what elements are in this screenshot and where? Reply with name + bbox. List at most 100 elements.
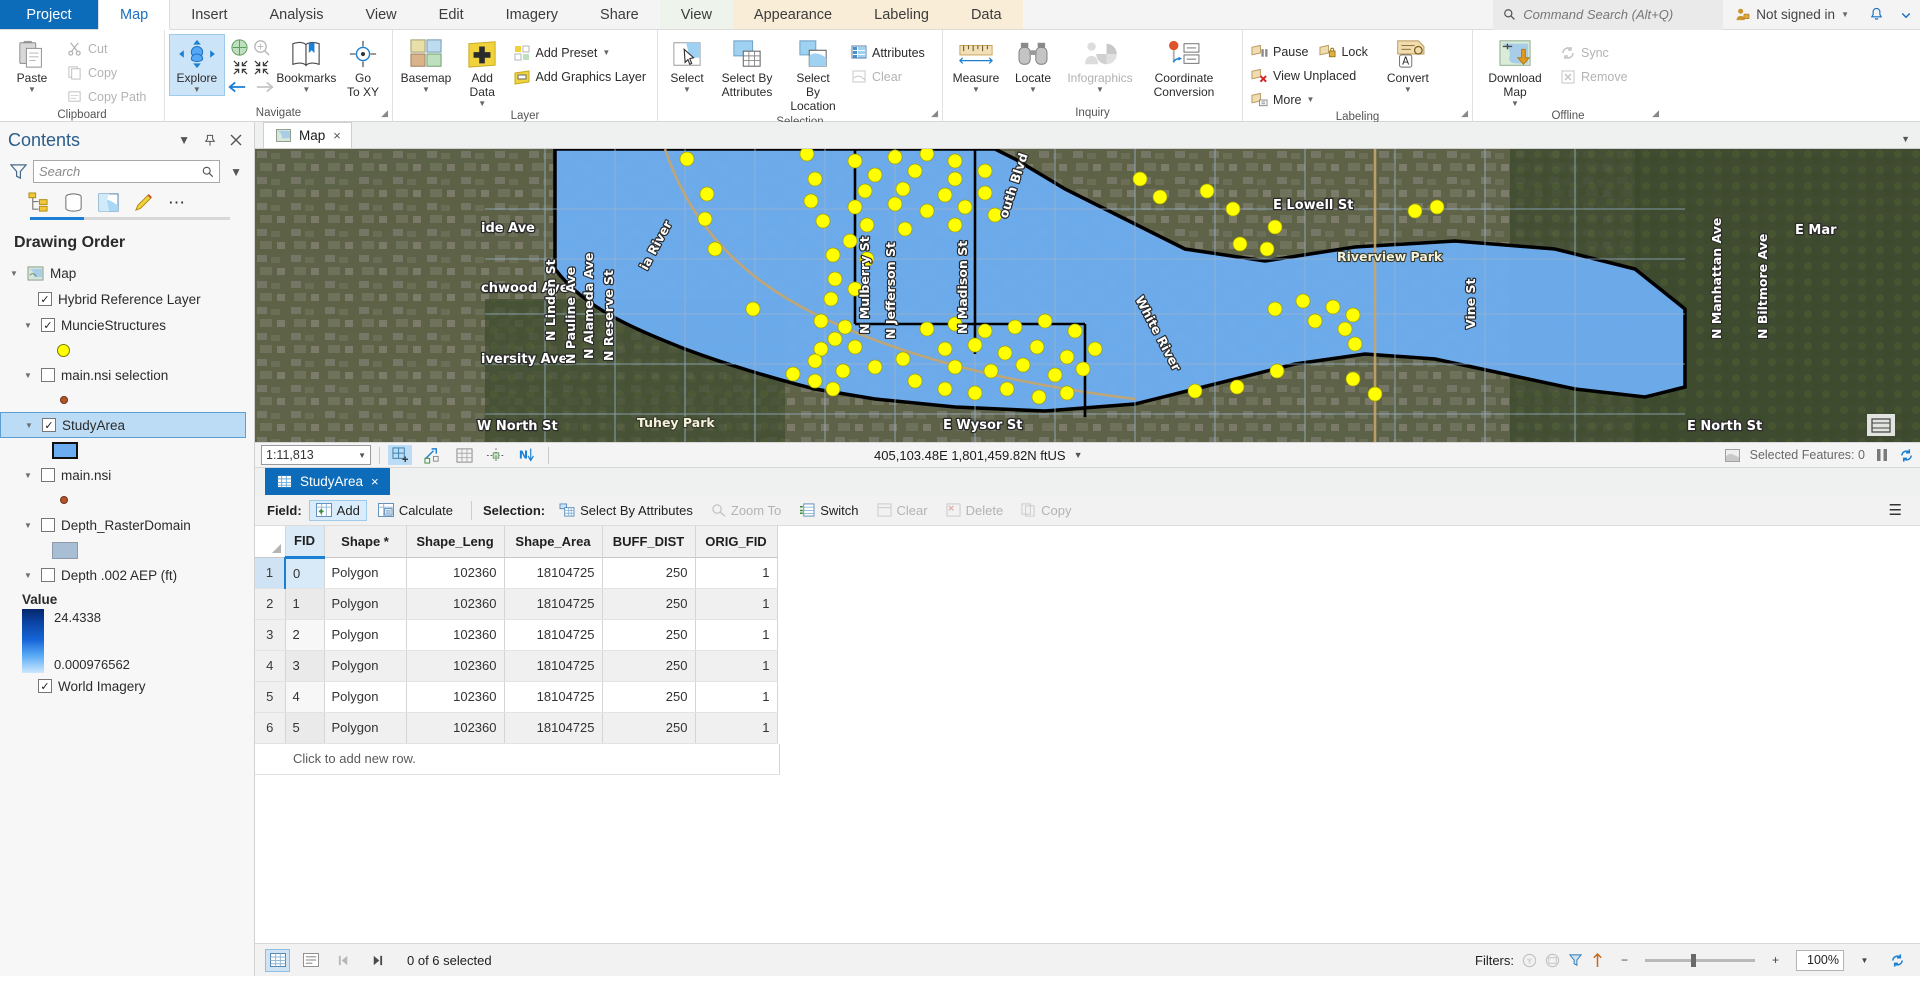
chevron-down-icon[interactable]: ▼ — [1029, 85, 1037, 93]
sync-button[interactable]: Sync — [1555, 41, 1635, 64]
cell-shape-area[interactable]: 18104725 — [504, 557, 603, 589]
pause-labeling-button[interactable]: Pause — [1247, 40, 1315, 63]
delete-selection-button[interactable]: Delete — [939, 500, 1011, 521]
table-row[interactable]: 1 0 Polygon 102360 18104725 250 1 — [255, 557, 778, 589]
copy-path-button[interactable]: Copy Path — [62, 85, 153, 108]
chevron-down-icon[interactable]: ▼ — [193, 85, 201, 93]
cut-button[interactable]: Cut — [62, 37, 153, 60]
search-options-chevron-icon[interactable]: ▼ — [226, 163, 246, 181]
cell-buff-dist[interactable]: 250 — [602, 557, 696, 589]
chevron-down-icon[interactable]: ▼ — [358, 451, 366, 460]
select-all-header[interactable] — [255, 526, 286, 558]
visibility-checkbox[interactable]: ✓ — [38, 679, 52, 693]
remove-offline-button[interactable]: Remove — [1555, 65, 1635, 88]
cell-fid[interactable]: 2 — [285, 619, 325, 651]
coordinate-conversion-button[interactable]: Coordinate Conversion — [1141, 34, 1227, 103]
column-header-shape-area[interactable]: Shape_Area — [504, 526, 603, 558]
ribbon-tab-share[interactable]: Share — [579, 0, 660, 29]
close-icon[interactable]: × — [333, 128, 341, 143]
switch-selection-button[interactable]: Switch — [792, 500, 865, 521]
visibility-checkbox[interactable] — [41, 368, 55, 382]
chevron-down-icon[interactable]: ▼ — [1841, 11, 1849, 19]
cell-buff-dist[interactable]: 250 — [602, 619, 696, 651]
clear-selection-table-button[interactable]: Clear — [870, 500, 935, 521]
table-refresh-icon[interactable] — [1885, 949, 1910, 972]
cell-shape[interactable]: Polygon — [324, 619, 407, 651]
chevron-down-icon[interactable]: ▼ — [28, 85, 36, 93]
ribbon-tab-imagery[interactable]: Imagery — [485, 0, 579, 29]
ribbon-tab-analysis[interactable]: Analysis — [248, 0, 344, 29]
chevron-down-icon[interactable]: ▼ — [1404, 85, 1412, 93]
ribbon-tab-insert[interactable]: Insert — [170, 0, 248, 29]
row-number[interactable]: 6 — [255, 712, 286, 744]
clear-selection-button[interactable]: Clear — [846, 65, 932, 88]
ribbon-tab-edit[interactable]: Edit — [418, 0, 485, 29]
navigate-dialog-launcher-icon[interactable]: ◢ — [381, 108, 388, 119]
list-by-data-source-icon[interactable] — [63, 192, 84, 213]
labeling-dialog-launcher-icon[interactable]: ◢ — [1461, 108, 1468, 119]
cell-orig-fid[interactable]: 1 — [695, 681, 778, 713]
zoom-to-button[interactable]: Zoom To — [704, 500, 788, 521]
list-by-editing-icon[interactable] — [133, 192, 154, 213]
offline-dialog-launcher-icon[interactable]: ◢ — [1652, 108, 1659, 119]
cell-orig-fid[interactable]: 1 — [695, 712, 778, 744]
chevron-down-icon[interactable]: ▼ — [972, 85, 980, 93]
copy-selection-button[interactable]: Copy — [1014, 500, 1078, 521]
basemap-button[interactable]: Basemap ▼ — [397, 34, 455, 96]
cell-shape-area[interactable]: 18104725 — [504, 619, 603, 651]
visibility-checkbox[interactable] — [41, 468, 55, 482]
pause-drawing-icon[interactable] — [1875, 448, 1889, 462]
toc-item-main-nsi-selection[interactable]: ▼ main.nsi selection — [0, 362, 254, 388]
column-header-fid[interactable]: FID — [285, 526, 325, 559]
copy-button[interactable]: Copy — [62, 61, 153, 84]
expander-icon[interactable]: ▼ — [24, 521, 35, 530]
magnifier-icon[interactable] — [202, 166, 214, 178]
hamburger-menu-icon[interactable]: ☰ — [1883, 501, 1908, 519]
more-options-icon[interactable]: ⋯ — [168, 193, 186, 213]
list-by-selection-icon[interactable] — [98, 192, 119, 213]
visibility-checkbox[interactable]: ✓ — [42, 418, 56, 432]
ribbon-tab-labeling[interactable]: Labeling — [853, 0, 950, 29]
measure-line-icon[interactable] — [484, 445, 508, 465]
select-button[interactable]: Select ▼ — [662, 34, 712, 96]
selection-dialog-launcher-icon[interactable]: ◢ — [931, 108, 938, 119]
paste-button[interactable]: Paste ▼ — [4, 34, 60, 96]
toc-item-map[interactable]: ▼ Map — [0, 260, 254, 286]
first-record-icon[interactable] — [331, 949, 356, 972]
filter-by-map-extent-icon[interactable] — [1545, 953, 1560, 968]
view-unplaced-button[interactable]: View Unplaced — [1247, 64, 1375, 87]
toc-item-muncie-structures[interactable]: ▼ ✓ MuncieStructures — [0, 312, 254, 338]
ribbon-tab-data[interactable]: Data — [950, 0, 1023, 29]
convert-labels-button[interactable]: A Convert ▼ — [1377, 34, 1439, 96]
table-row[interactable]: 3 2 Polygon 102360 18104725 250 1 — [255, 619, 778, 651]
visibility-checkbox[interactable]: ✓ — [38, 292, 52, 306]
bookmarks-button[interactable]: Bookmarks ▼ — [276, 34, 336, 96]
select-by-attributes-button[interactable]: Select By Attributes — [714, 34, 780, 103]
add-field-button[interactable]: Add — [308, 499, 367, 521]
close-icon[interactable] — [226, 132, 246, 148]
zoom-out-extent-icon[interactable] — [232, 59, 249, 76]
toc-item-main-nsi[interactable]: ▼ main.nsi — [0, 462, 254, 488]
download-map-button[interactable]: Download Map ▼ — [1477, 34, 1553, 110]
toc-item-depth-002-aep[interactable]: ▼ Depth .002 AEP (ft) — [0, 562, 254, 588]
cell-shape-leng[interactable]: 102360 — [406, 588, 505, 620]
expander-icon[interactable]: ▼ — [24, 371, 35, 380]
cell-shape-area[interactable]: 18104725 — [504, 588, 603, 620]
next-extent-icon[interactable] — [255, 79, 275, 95]
expander-icon[interactable]: ▼ — [25, 421, 36, 430]
table-row[interactable]: 6 5 Polygon 102360 18104725 250 1 — [255, 712, 778, 744]
row-number[interactable]: 1 — [255, 557, 286, 589]
toc-item-world-imagery[interactable]: ✓ World Imagery — [0, 673, 254, 699]
cell-shape-leng[interactable]: 102360 — [406, 619, 505, 651]
previous-extent-icon[interactable] — [227, 79, 247, 95]
cell-orig-fid[interactable]: 1 — [695, 557, 778, 589]
table-view-icon[interactable] — [265, 948, 290, 972]
north-arrow-icon[interactable]: N — [516, 445, 540, 465]
zoom-level-chevron-icon[interactable]: ▼ — [1852, 949, 1877, 972]
zoom-in-extent-icon[interactable] — [253, 59, 270, 76]
infographics-button[interactable]: Infographics ▼ — [1061, 34, 1139, 96]
refresh-icon[interactable] — [1899, 448, 1914, 463]
explore-button[interactable]: Explore ▼ — [169, 34, 225, 96]
cell-shape[interactable]: Polygon — [324, 557, 407, 589]
table-row[interactable]: 4 3 Polygon 102360 18104725 250 1 — [255, 650, 778, 682]
